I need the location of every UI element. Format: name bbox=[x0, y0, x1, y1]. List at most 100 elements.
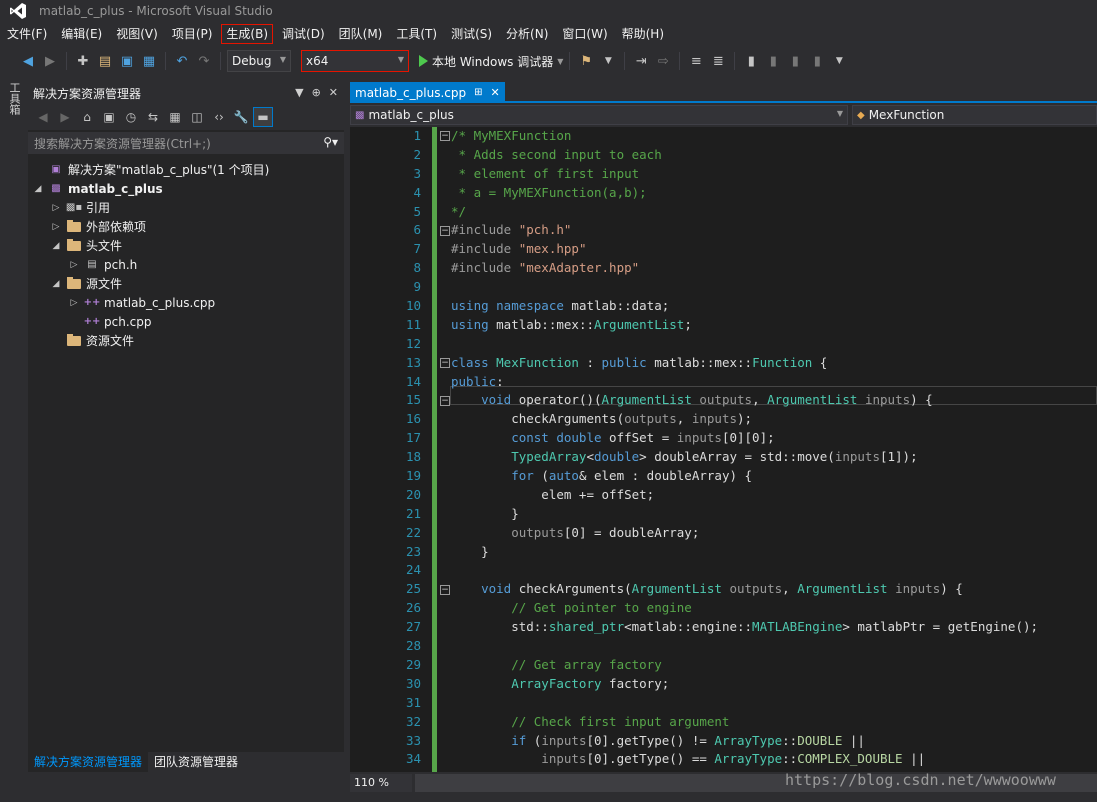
menu-help[interactable]: 帮助(H) bbox=[615, 22, 671, 46]
menu-file[interactable]: 文件(F) bbox=[0, 22, 54, 46]
solution-platform-select[interactable]: x64 ▼ bbox=[301, 50, 409, 72]
code-line[interactable]: inputs[0].getType() == ArrayType::COMPLE… bbox=[451, 750, 1038, 769]
code-line[interactable]: public: bbox=[451, 373, 1038, 392]
pending-changes-filter-icon[interactable]: ◷ bbox=[122, 108, 140, 126]
code-line[interactable]: void checkArguments(ArgumentList outputs… bbox=[451, 580, 1038, 599]
expand-icon[interactable]: ▷ bbox=[68, 298, 80, 308]
undo-icon[interactable]: ↶ bbox=[172, 50, 192, 72]
menu-tools[interactable]: 工具(T) bbox=[389, 22, 444, 46]
code-line[interactable]: TypedArray<double> doubleArray = std::mo… bbox=[451, 448, 1038, 467]
save-all-icon[interactable]: ▦ bbox=[139, 50, 159, 72]
uncomment-icon[interactable]: ≣ bbox=[708, 50, 728, 72]
code-line[interactable] bbox=[451, 694, 1038, 713]
zoom-level-select[interactable]: 110 % ▼ bbox=[350, 774, 412, 802]
pin-icon[interactable]: ⊕ bbox=[312, 86, 321, 99]
code-line[interactable]: checkArguments(outputs, inputs); bbox=[451, 410, 1038, 429]
code-line[interactable]: void operator()(ArgumentList outputs, Ar… bbox=[451, 391, 1038, 410]
previous-bookmark-icon[interactable]: ▮ bbox=[763, 50, 783, 72]
code-line[interactable]: outputs[0] = doubleArray; bbox=[451, 524, 1038, 543]
code-line[interactable]: * element of first input bbox=[451, 165, 1038, 184]
menu-analyze[interactable]: 分析(N) bbox=[499, 22, 555, 46]
new-project-icon[interactable]: ✚ bbox=[73, 50, 93, 72]
tree-item-header-files[interactable]: ◢ 头文件 bbox=[28, 236, 344, 255]
close-icon[interactable]: ✕ bbox=[491, 86, 500, 99]
menu-debug[interactable]: 调试(D) bbox=[275, 22, 332, 46]
menu-test[interactable]: 测试(S) bbox=[444, 22, 499, 46]
code-line[interactable]: #include "pch.h" bbox=[451, 221, 1038, 240]
code-line[interactable]: if (inputs[0].getType() != ArrayType::DO… bbox=[451, 732, 1038, 751]
code-line[interactable]: using namespace matlab::data; bbox=[451, 297, 1038, 316]
collapse-icon[interactable]: ◢ bbox=[32, 184, 44, 194]
tab-matlab-c-plus-cpp[interactable]: matlab_c_plus.cpp ⊞ ✕ bbox=[350, 82, 505, 103]
code-line[interactable]: std::shared_ptr<matlab::engine::MATLABEn… bbox=[451, 618, 1038, 637]
member-scope-select[interactable]: ◆ MexFunction bbox=[852, 105, 1097, 125]
tree-item-solution[interactable]: ▣ 解决方案"matlab_c_plus"(1 个项目) bbox=[28, 160, 344, 179]
code-line[interactable]: const double offSet = inputs[0][0]; bbox=[451, 429, 1038, 448]
menu-build[interactable]: 生成(B) bbox=[219, 22, 275, 46]
tree-item-source-files[interactable]: ◢ 源文件 bbox=[28, 274, 344, 293]
pin-icon[interactable]: ⊞ bbox=[474, 87, 482, 98]
redo-icon[interactable]: ↷ bbox=[194, 50, 214, 72]
code-editor[interactable]: 1 2 3 4 5 6 7 8 9 10 11 12 13 14 15 16 17 18 19 20 21 22 23 24 2… bbox=[350, 127, 1097, 772]
show-all-files-icon[interactable]: ◫ bbox=[188, 108, 206, 126]
code-line[interactable]: using matlab::mex::ArgumentList; bbox=[451, 316, 1038, 335]
switch-views-icon[interactable]: ▣ bbox=[100, 108, 118, 126]
code-line[interactable]: /* MyMEXFunction bbox=[451, 127, 1038, 146]
toolbox-tab[interactable]: 工具箱 bbox=[6, 82, 21, 115]
collapse-region-icon[interactable]: − bbox=[440, 395, 450, 406]
code-line[interactable]: // Check first input argument bbox=[451, 713, 1038, 732]
expand-icon[interactable]: ▷ bbox=[68, 260, 80, 270]
collapse-icon[interactable]: ◢ bbox=[50, 241, 62, 251]
save-icon[interactable]: ▣ bbox=[117, 50, 137, 72]
code-line[interactable]: * a = MyMEXFunction(a,b); bbox=[451, 184, 1038, 203]
step-into-icon[interactable]: ⇥ bbox=[631, 50, 651, 72]
code-line[interactable]: // Get array factory bbox=[451, 656, 1038, 675]
code-line[interactable]: #include "mexAdapter.hpp" bbox=[451, 259, 1038, 278]
tree-item-pch-cpp[interactable]: ++ pch.cpp bbox=[28, 312, 344, 331]
forward-icon[interactable]: ▶ bbox=[56, 108, 74, 126]
view-code-icon[interactable]: ‹› bbox=[210, 108, 228, 126]
tree-item-external-dependencies[interactable]: ▷ 外部依赖项 bbox=[28, 217, 344, 236]
code-line[interactable]: #include "mex.hpp" bbox=[451, 240, 1038, 259]
menu-view[interactable]: 视图(V) bbox=[109, 22, 165, 46]
tree-item-references[interactable]: ▷ ▩▪ 引用 bbox=[28, 198, 344, 217]
home-icon[interactable]: ⌂ bbox=[78, 108, 96, 126]
comment-icon[interactable]: ≡ bbox=[686, 50, 706, 72]
code-line[interactable]: * Adds second input to each bbox=[451, 146, 1038, 165]
code-line[interactable]: for (auto& elem : doubleArray) { bbox=[451, 467, 1038, 486]
code-line[interactable] bbox=[451, 637, 1038, 656]
toolbar-options-icon[interactable]: ▼ bbox=[829, 50, 849, 72]
tree-item-project[interactable]: ◢ ▩ matlab_c_plus bbox=[28, 179, 344, 198]
menu-project[interactable]: 项目(P) bbox=[165, 22, 220, 46]
tree-item-resource-files[interactable]: 资源文件 bbox=[28, 331, 344, 350]
collapse-region-icon[interactable]: − bbox=[440, 225, 450, 236]
next-bookmark-icon[interactable]: ▮ bbox=[785, 50, 805, 72]
close-icon[interactable]: ✕ bbox=[329, 86, 338, 99]
clear-bookmarks-icon[interactable]: ▮ bbox=[807, 50, 827, 72]
collapse-region-icon[interactable]: − bbox=[440, 357, 450, 368]
tree-item-matlab-c-plus-cpp[interactable]: ▷ ++ matlab_c_plus.cpp bbox=[28, 293, 344, 312]
open-file-icon[interactable]: ▤ bbox=[95, 50, 115, 72]
search-icon[interactable]: ⚲▾ bbox=[323, 135, 338, 149]
code-line[interactable]: ArrayFactory factory; bbox=[451, 675, 1038, 694]
tree-item-pch-h[interactable]: ▷ ▤ pch.h bbox=[28, 255, 344, 274]
code-line[interactable] bbox=[451, 278, 1038, 297]
navigate-back-icon[interactable]: ◀ bbox=[18, 50, 38, 72]
code-line[interactable] bbox=[451, 561, 1038, 580]
solution-configuration-select[interactable]: Debug ▼ bbox=[227, 50, 291, 72]
code-line[interactable]: // Get pointer to engine bbox=[451, 599, 1038, 618]
expand-icon[interactable]: ▷ bbox=[50, 203, 62, 213]
menu-team[interactable]: 团队(M) bbox=[332, 22, 390, 46]
collapse-icon[interactable]: ◢ bbox=[50, 279, 62, 289]
bookmark-icon[interactable]: ▮ bbox=[741, 50, 761, 72]
find-in-files-icon[interactable]: ⚑ bbox=[576, 50, 596, 72]
tab-team-explorer[interactable]: 团队资源管理器 bbox=[148, 752, 244, 772]
solution-explorer-search-input[interactable]: 搜索解决方案资源管理器(Ctrl+;) ⚲▾ bbox=[28, 132, 344, 154]
preview-selected-icon[interactable]: ▬ bbox=[253, 107, 273, 127]
sync-icon[interactable]: ⇆ bbox=[144, 108, 162, 126]
panel-menu-icon[interactable]: ▼ bbox=[295, 86, 303, 99]
code-line[interactable]: */ bbox=[451, 203, 1038, 222]
start-debugging-button[interactable]: 本地 Windows 调试器 ▼ bbox=[419, 53, 563, 70]
step-over-icon[interactable]: ⇨ bbox=[653, 50, 673, 72]
collapse-region-icon[interactable]: − bbox=[440, 131, 450, 141]
